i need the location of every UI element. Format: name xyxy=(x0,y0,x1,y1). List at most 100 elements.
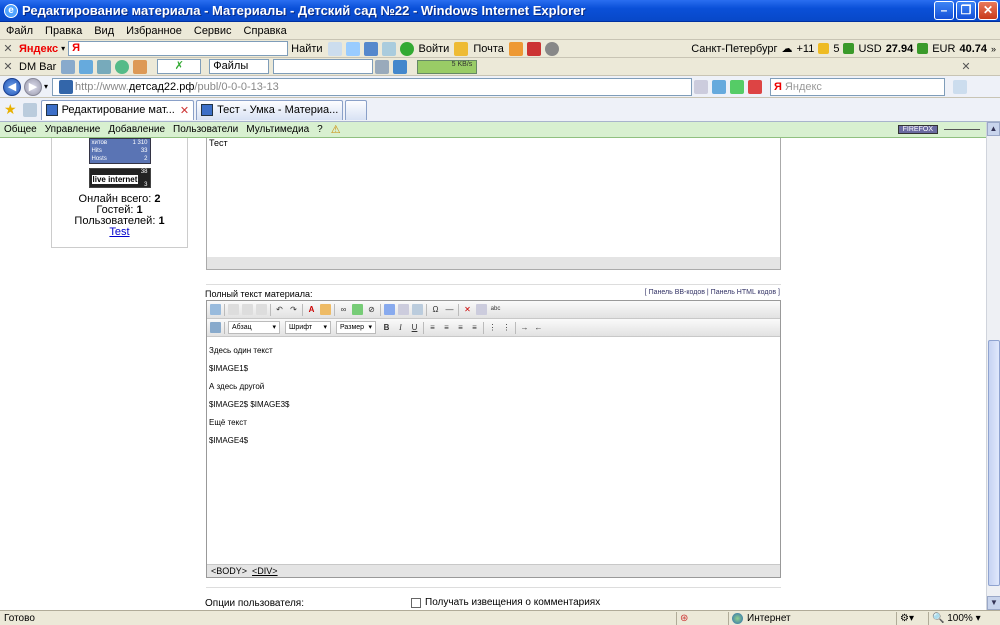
dm-search-icon[interactable] xyxy=(375,59,390,74)
warning-icon[interactable]: ⚠ xyxy=(327,123,345,136)
tab-test-umka[interactable]: Тест - Умка - Материа... xyxy=(196,99,344,120)
ordered-list-icon[interactable]: ⋮ xyxy=(487,322,498,333)
admin-menu-manage[interactable]: Управление xyxy=(41,124,105,135)
files-select[interactable]: Файлы xyxy=(209,59,270,74)
close-icon[interactable]: ✕ xyxy=(958,60,974,73)
dm-tool-icon[interactable] xyxy=(79,59,94,74)
preview-icon[interactable] xyxy=(210,304,221,315)
menu-help[interactable]: Справка xyxy=(238,25,293,37)
translate-icon[interactable] xyxy=(363,41,378,56)
close-toolbar-icon[interactable]: ✕ xyxy=(0,60,16,73)
redo-icon[interactable]: ↷ xyxy=(288,304,299,315)
highlight-icon[interactable] xyxy=(320,304,331,315)
admin-menu-users[interactable]: Пользователи xyxy=(169,124,242,135)
cut-icon[interactable] xyxy=(228,304,239,315)
login-button[interactable]: Войти xyxy=(416,43,453,55)
path-body[interactable]: <BODY> xyxy=(211,566,247,576)
short-text-editor[interactable]: Тест xyxy=(206,138,781,270)
link-icon[interactable]: ∞ xyxy=(338,304,349,315)
table-icon[interactable] xyxy=(412,304,423,315)
undo-icon[interactable]: ↶ xyxy=(274,304,285,315)
menu-edit[interactable]: Правка xyxy=(39,25,88,37)
menu-favorites[interactable]: Избранное xyxy=(120,25,188,37)
underline-button[interactable]: U xyxy=(409,322,420,333)
admin-menu-help[interactable]: ? xyxy=(313,124,327,135)
new-tab-button[interactable] xyxy=(345,99,368,120)
user-link[interactable]: Test xyxy=(109,226,129,238)
protected-mode-cell[interactable]: ⚙▾ xyxy=(896,611,928,625)
indent-icon[interactable]: → xyxy=(519,322,530,333)
search-icon[interactable] xyxy=(953,79,968,94)
forward-button[interactable]: ▶ xyxy=(24,77,42,96)
scroll-up-icon[interactable]: ▲ xyxy=(987,122,1000,136)
mail-button[interactable]: Почта xyxy=(470,43,507,55)
html-codes-link[interactable]: Панель HTML кодов xyxy=(711,289,776,296)
edit-icon[interactable] xyxy=(398,304,409,315)
stop-icon[interactable] xyxy=(748,79,763,94)
style-icon[interactable] xyxy=(210,322,221,333)
find-button[interactable]: Найти xyxy=(288,43,325,55)
page-scrollbar[interactable]: ▲ ▼ xyxy=(986,122,1000,610)
paragraph-select[interactable]: Абзац xyxy=(228,321,280,334)
copy-icon[interactable] xyxy=(242,304,253,315)
text-color-icon[interactable]: A xyxy=(306,304,317,315)
remove-format-icon[interactable]: ✕ xyxy=(462,304,473,315)
search-input[interactable]: Я Яндекс xyxy=(770,77,946,96)
dm-tool-icon[interactable] xyxy=(133,59,148,74)
zone-cell[interactable]: Интернет xyxy=(728,611,896,625)
align-justify-icon[interactable]: ≡ xyxy=(469,322,480,333)
horizontal-rule-icon[interactable]: — xyxy=(444,304,455,315)
download-icon[interactable] xyxy=(393,59,408,74)
path-div[interactable]: <DIV> xyxy=(252,566,278,576)
favorites-star-icon[interactable]: ★ xyxy=(4,101,17,118)
admin-menu-general[interactable]: Общее xyxy=(0,124,41,135)
clean-icon[interactable] xyxy=(476,304,487,315)
zoom-cell[interactable]: 🔍 100% ▾ xyxy=(928,611,984,625)
refresh-icon[interactable] xyxy=(712,79,727,94)
align-right-icon[interactable]: ≡ xyxy=(455,322,466,333)
dm-tool-icon[interactable] xyxy=(61,59,76,74)
bookmarks-icon[interactable] xyxy=(381,41,396,56)
admin-menu-multimedia[interactable]: Мультимедиа xyxy=(242,124,313,135)
menu-view[interactable]: Вид xyxy=(88,25,120,37)
bb-codes-link[interactable]: Панель BB-кодов xyxy=(649,289,705,296)
align-center-icon[interactable]: ≡ xyxy=(441,322,452,333)
admin-menu-add[interactable]: Добавление xyxy=(104,124,169,135)
gear-icon[interactable] xyxy=(544,41,559,56)
home-icon[interactable] xyxy=(508,41,523,56)
close-toolbar-icon[interactable]: ✕ xyxy=(0,42,16,55)
spellcheck-icon[interactable] xyxy=(345,41,360,56)
address-input[interactable]: http://www. детсад22.рф/publ/0-0-0-13-13 xyxy=(52,77,693,96)
flash-icon[interactable] xyxy=(384,304,395,315)
special-char-icon[interactable]: Ω xyxy=(430,304,441,315)
italic-button[interactable]: I xyxy=(395,322,406,333)
yandex-brand-button[interactable]: Яндекс xyxy=(16,43,61,55)
compat-view-icon[interactable] xyxy=(694,79,709,94)
dm-tool-icon[interactable] xyxy=(97,59,112,74)
close-button[interactable]: ✕ xyxy=(978,1,998,20)
refresh-green-icon[interactable] xyxy=(730,79,745,94)
unlink-icon[interactable]: ⊘ xyxy=(366,304,377,315)
editor-body[interactable]: Здесь один текст $IMAGE1$ А здесь другой… xyxy=(207,339,780,565)
dm-bar-label[interactable]: DM Bar xyxy=(16,61,59,73)
quick-tabs-icon[interactable] xyxy=(22,102,37,117)
abc-icon[interactable]: abc xyxy=(490,304,501,315)
firefox-badge[interactable]: FIREFOX xyxy=(897,125,938,134)
menu-tools[interactable]: Сервис xyxy=(188,25,238,37)
menu-file[interactable]: Файл xyxy=(0,25,39,37)
toolbar-options-icon[interactable]: » xyxy=(991,44,996,54)
globe-icon[interactable] xyxy=(115,59,130,74)
maximize-button[interactable]: ❐ xyxy=(956,1,976,20)
outdent-icon[interactable]: ← xyxy=(533,322,544,333)
notify-checkbox[interactable] xyxy=(411,597,421,608)
bold-button[interactable]: B xyxy=(381,322,392,333)
dm-url-select[interactable] xyxy=(273,59,374,74)
notify-option[interactable]: Получать извещения о комментариях xyxy=(411,597,600,608)
speech-bubble-icon[interactable] xyxy=(327,41,342,56)
history-dropdown-icon[interactable]: ▾ xyxy=(44,82,48,91)
chevron-down-icon[interactable]: ▾ xyxy=(61,44,65,53)
back-button[interactable]: ◀ xyxy=(3,77,21,96)
bookmark-red-icon[interactable] xyxy=(526,41,541,56)
yandex-search-input[interactable]: Я xyxy=(68,41,289,56)
short-text-content[interactable]: Тест xyxy=(207,138,780,148)
